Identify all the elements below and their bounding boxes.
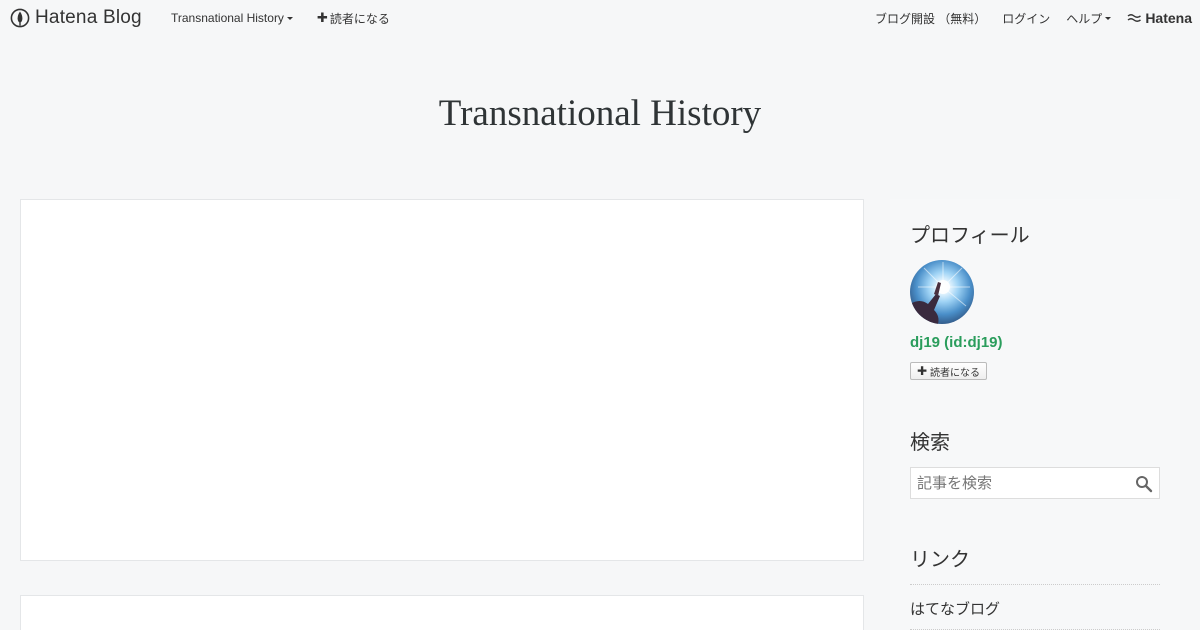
follow-button[interactable]: ✚ 読者になる [910,362,987,380]
link-item-hatena-blog[interactable]: はてなブログ [910,598,1000,619]
global-header: Hatena Blog Transnational History ✚ 読者にな… [0,0,1200,36]
header-left-menu: Transnational History ✚ 読者になる [171,0,390,36]
login-label: ログイン [1002,11,1051,26]
divider [910,584,1160,585]
subscribe-label: 読者になる [329,11,390,26]
caret-down-icon [286,16,293,20]
main-content-card [20,199,864,561]
hatena-logo[interactable]: Hatena [1127,10,1192,26]
sidebar: プロフィール dj19 (id:dj19) ✚ 読者になる 検索 リ [890,199,1180,630]
search-module-title: 検索 [910,432,950,454]
blog-menu-label: Transnational History [171,11,284,25]
hatena-label: Hatena [1145,10,1192,26]
help-label: ヘルプ [1066,11,1103,26]
blog-title[interactable]: Transnational History [0,92,1200,135]
hatena-blog-logo[interactable]: Hatena Blog [10,6,142,30]
plus-icon: ✚ [316,10,328,25]
profile-name-link[interactable]: dj19 (id:dj19) [910,334,1003,351]
open-blog-link[interactable]: ブログ開設 （無料） [875,10,986,27]
open-blog-label: ブログ開設 （無料） [874,11,987,26]
blog-menu-dropdown[interactable]: Transnational History [171,11,293,25]
subscribe-button[interactable]: ✚ 読者になる [317,10,390,27]
logo-text: Hatena Blog [35,7,142,28]
search-form [910,467,1160,499]
hatena-wave-icon [1127,14,1142,22]
caret-down-icon [1105,16,1112,20]
avatar[interactable] [910,260,974,324]
follow-label: 読者になる [930,367,981,379]
search-icon[interactable] [1135,475,1153,493]
avatar-image [910,262,970,324]
main-content-card [20,595,864,630]
help-dropdown[interactable]: ヘルプ [1066,10,1112,27]
plus-icon: ✚ [916,364,928,378]
hatena-blog-logo-icon [10,8,30,28]
header-right-menu: ブログ開設 （無料） ログイン ヘルプ Hatena [875,0,1192,36]
login-link[interactable]: ログイン [1002,10,1050,27]
profile-module-title: プロフィール [910,225,1030,247]
links-module-title: リンク [910,549,970,571]
search-input[interactable] [911,468,1131,498]
